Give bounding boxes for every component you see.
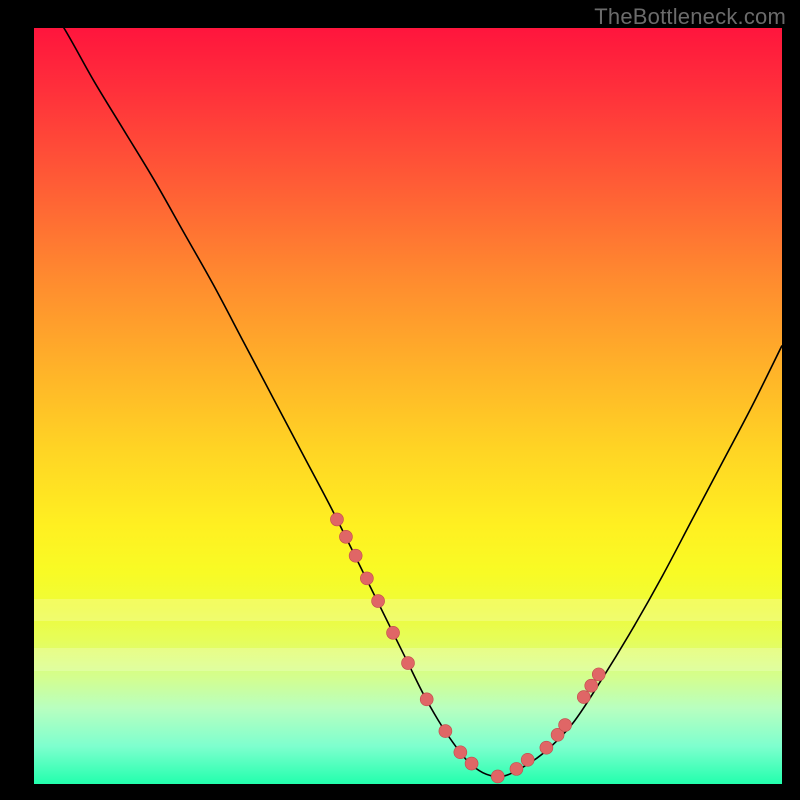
threshold-marker-dot (577, 691, 590, 704)
watermark-text: TheBottleneck.com (594, 4, 786, 30)
threshold-marker-dot (372, 595, 385, 608)
threshold-marker-dot (402, 657, 415, 670)
threshold-marker-dot (387, 626, 400, 639)
threshold-marker-dot (349, 549, 362, 562)
threshold-marker-dot (491, 770, 504, 783)
plot-area (34, 28, 782, 784)
threshold-marker-dot (330, 513, 343, 526)
threshold-marker-dot (420, 693, 433, 706)
threshold-marker-dot (521, 753, 534, 766)
threshold-marker-dot (360, 572, 373, 585)
threshold-marker-dot (510, 762, 523, 775)
threshold-markers-group (330, 513, 605, 783)
threshold-marker-dot (559, 719, 572, 732)
threshold-marker-dot (454, 746, 467, 759)
threshold-marker-dot (540, 741, 553, 754)
threshold-marker-dot (465, 757, 478, 770)
threshold-marker-dot (585, 679, 598, 692)
threshold-marker-dot (592, 668, 605, 681)
threshold-marker-dot (339, 530, 352, 543)
threshold-marker-dot (439, 725, 452, 738)
chart-frame: TheBottleneck.com (0, 0, 800, 800)
chart-svg (34, 28, 782, 784)
